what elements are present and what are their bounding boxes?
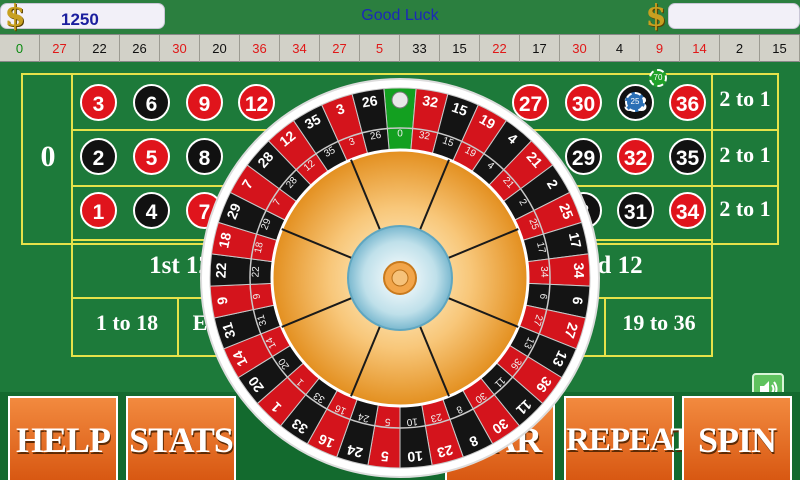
history-number: 15 (760, 35, 800, 62)
number-cell[interactable]: 36 (669, 84, 706, 121)
game-stage: 1250 $ Good Luck $ 0 27 22 26 30 20 36 34 27 5 33 1… (0, 0, 800, 480)
wheel-number: 10 (407, 448, 424, 465)
history-number: 22 (80, 35, 120, 62)
wheel-number: 34 (571, 262, 588, 278)
history-number: 33 (400, 35, 440, 62)
number-cell[interactable]: 1 (80, 192, 117, 229)
history-number: 20 (200, 35, 240, 62)
win-panel (668, 3, 800, 29)
history-number: 27 (320, 35, 360, 62)
wheel-inner-number: 0 (397, 129, 403, 140)
roulette-wheel: 0321519421225173462713361130823105241633… (200, 78, 600, 478)
history-number: 30 (560, 35, 600, 62)
wheel-inner-number: 26 (369, 130, 382, 143)
wheel-inner-number: 10 (406, 415, 418, 427)
column-bet-bottom[interactable]: 2 to 1 (714, 196, 776, 222)
history-number: 14 (680, 35, 720, 62)
history-number: 15 (440, 35, 480, 62)
low-bet[interactable]: 1 to 18 (82, 310, 172, 336)
history-number: 2 (720, 35, 760, 62)
chip-70: 70 (649, 69, 667, 87)
number-cell[interactable]: 6 (133, 84, 170, 121)
history-number: 34 (280, 35, 320, 62)
dollar-icon: $ (4, 0, 26, 34)
credit-amount: 1250 (61, 10, 99, 29)
history-number: 27 (40, 35, 80, 62)
number-cell[interactable]: 32 (617, 138, 654, 175)
dollar-icon: $ (645, 0, 667, 34)
wheel-number: 26 (361, 92, 379, 110)
wheel-number: 5 (380, 448, 389, 465)
history-number: 30 (160, 35, 200, 62)
history-number: 4 (600, 35, 640, 62)
number-cell[interactable]: 35 (669, 138, 706, 175)
history-strip: 0 27 22 26 30 20 36 34 27 5 33 15 22 17 30 4 9 14 2 15 (0, 34, 800, 62)
wheel-number: 32 (421, 92, 439, 110)
history-number: 0 (0, 35, 40, 62)
history-number: 22 (480, 35, 520, 62)
number-cell[interactable]: 2 (80, 138, 117, 175)
wheel-number: 22 (213, 262, 230, 278)
status-message: Good Luck (361, 7, 439, 24)
column-bet-top[interactable]: 2 to 1 (714, 86, 776, 112)
roulette-ball (391, 91, 409, 109)
spin-button[interactable]: SPIN (682, 396, 792, 480)
wheel-inner-number: 32 (418, 130, 431, 143)
history-number: 26 (120, 35, 160, 62)
history-number: 5 (360, 35, 400, 62)
history-number: 17 (520, 35, 560, 62)
number-cell[interactable]: 5 (133, 138, 170, 175)
number-cell[interactable]: 34 (669, 192, 706, 229)
wheel-inner-number: 22 (251, 266, 262, 278)
history-number: 9 (640, 35, 680, 62)
top-bar: 1250 $ Good Luck $ (0, 0, 800, 34)
number-cell[interactable]: 4 (133, 192, 170, 229)
chip-25: 25 (625, 92, 645, 112)
wheel-inner-number: 34 (538, 266, 549, 278)
column-bet-middle[interactable]: 2 to 1 (714, 142, 776, 168)
number-cell[interactable]: 31 (617, 192, 654, 229)
history-number: 36 (240, 35, 280, 62)
help-button[interactable]: HELP (8, 396, 118, 480)
high-bet[interactable]: 19 to 36 (612, 310, 706, 336)
zero-cell[interactable]: 0 (28, 140, 68, 174)
number-cell[interactable]: 3 (80, 84, 117, 121)
